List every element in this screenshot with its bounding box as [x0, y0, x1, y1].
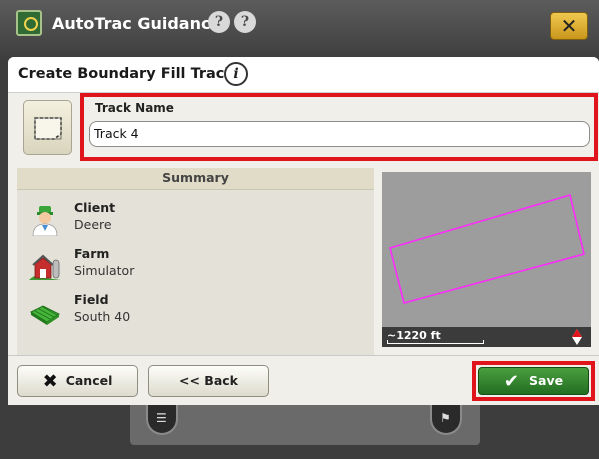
track-name-section: Track Name Track 4: [80, 93, 598, 161]
client-value: Deere: [74, 217, 112, 232]
help-icon[interactable]: ?: [234, 11, 256, 33]
autotrac-app-icon: [16, 10, 42, 36]
summary-field: Field South 40: [17, 288, 374, 334]
track-name-label: Track Name: [95, 101, 174, 115]
help-icon[interactable]: ?: [208, 11, 230, 33]
boundary-shape-icon: [34, 117, 62, 140]
client-label: Client: [74, 200, 116, 215]
autotrac-screen: AutoTrac Guidance ? ? ✕ Create Boundary …: [0, 0, 599, 459]
save-highlight: ✔ Save: [472, 361, 595, 401]
summary-farm: Farm Simulator: [17, 242, 374, 288]
flag-icon[interactable]: ⚑: [430, 405, 462, 435]
dialog-header: Create Boundary Fill Track i: [8, 57, 599, 93]
title-bar: AutoTrac Guidance ? ? ✕: [0, 0, 599, 57]
close-x-icon: ✖: [42, 371, 58, 392]
farm-value: Simulator: [74, 263, 135, 278]
save-label: Save: [529, 373, 564, 388]
list-menu-icon[interactable]: ☰: [146, 405, 178, 435]
map-scale-bar: ~1220 ft: [382, 327, 591, 347]
farm-label: Farm: [74, 246, 110, 261]
background-toolbar: ☰ ⚑: [0, 405, 599, 459]
summary-heading: Summary: [17, 168, 374, 190]
cancel-label: Cancel: [65, 373, 113, 388]
boundary-track-type-button[interactable]: [23, 100, 72, 155]
field-icon: [29, 305, 60, 325]
farm-barn-icon: [29, 254, 61, 280]
info-icon[interactable]: i: [224, 62, 248, 86]
track-name-input[interactable]: Track 4: [89, 121, 590, 147]
dialog-footer: ✖ Cancel << Back ✔ Save: [8, 355, 599, 405]
close-button[interactable]: ✕: [550, 12, 588, 40]
boundary-map-preview[interactable]: ~1220 ft: [382, 172, 591, 347]
field-value: South 40: [74, 309, 131, 324]
background-toolbar-panel: ☰ ⚑: [130, 405, 480, 445]
field-boundary-outline: [389, 193, 585, 304]
checkmark-icon: ✔: [503, 371, 519, 392]
field-label: Field: [74, 292, 109, 307]
app-title: AutoTrac Guidance: [52, 14, 222, 33]
back-button[interactable]: << Back: [148, 365, 269, 397]
summary-panel: Summary Client Deere Farm Simulator Fiel…: [17, 168, 374, 355]
north-arrow-icon: [572, 329, 582, 345]
scale-line: [387, 340, 484, 344]
save-button[interactable]: ✔ Save: [478, 367, 589, 395]
dialog-title: Create Boundary Fill Track: [18, 66, 235, 82]
cancel-button[interactable]: ✖ Cancel: [17, 365, 138, 397]
client-person-icon: [32, 206, 58, 236]
summary-client: Client Deere: [17, 196, 374, 242]
